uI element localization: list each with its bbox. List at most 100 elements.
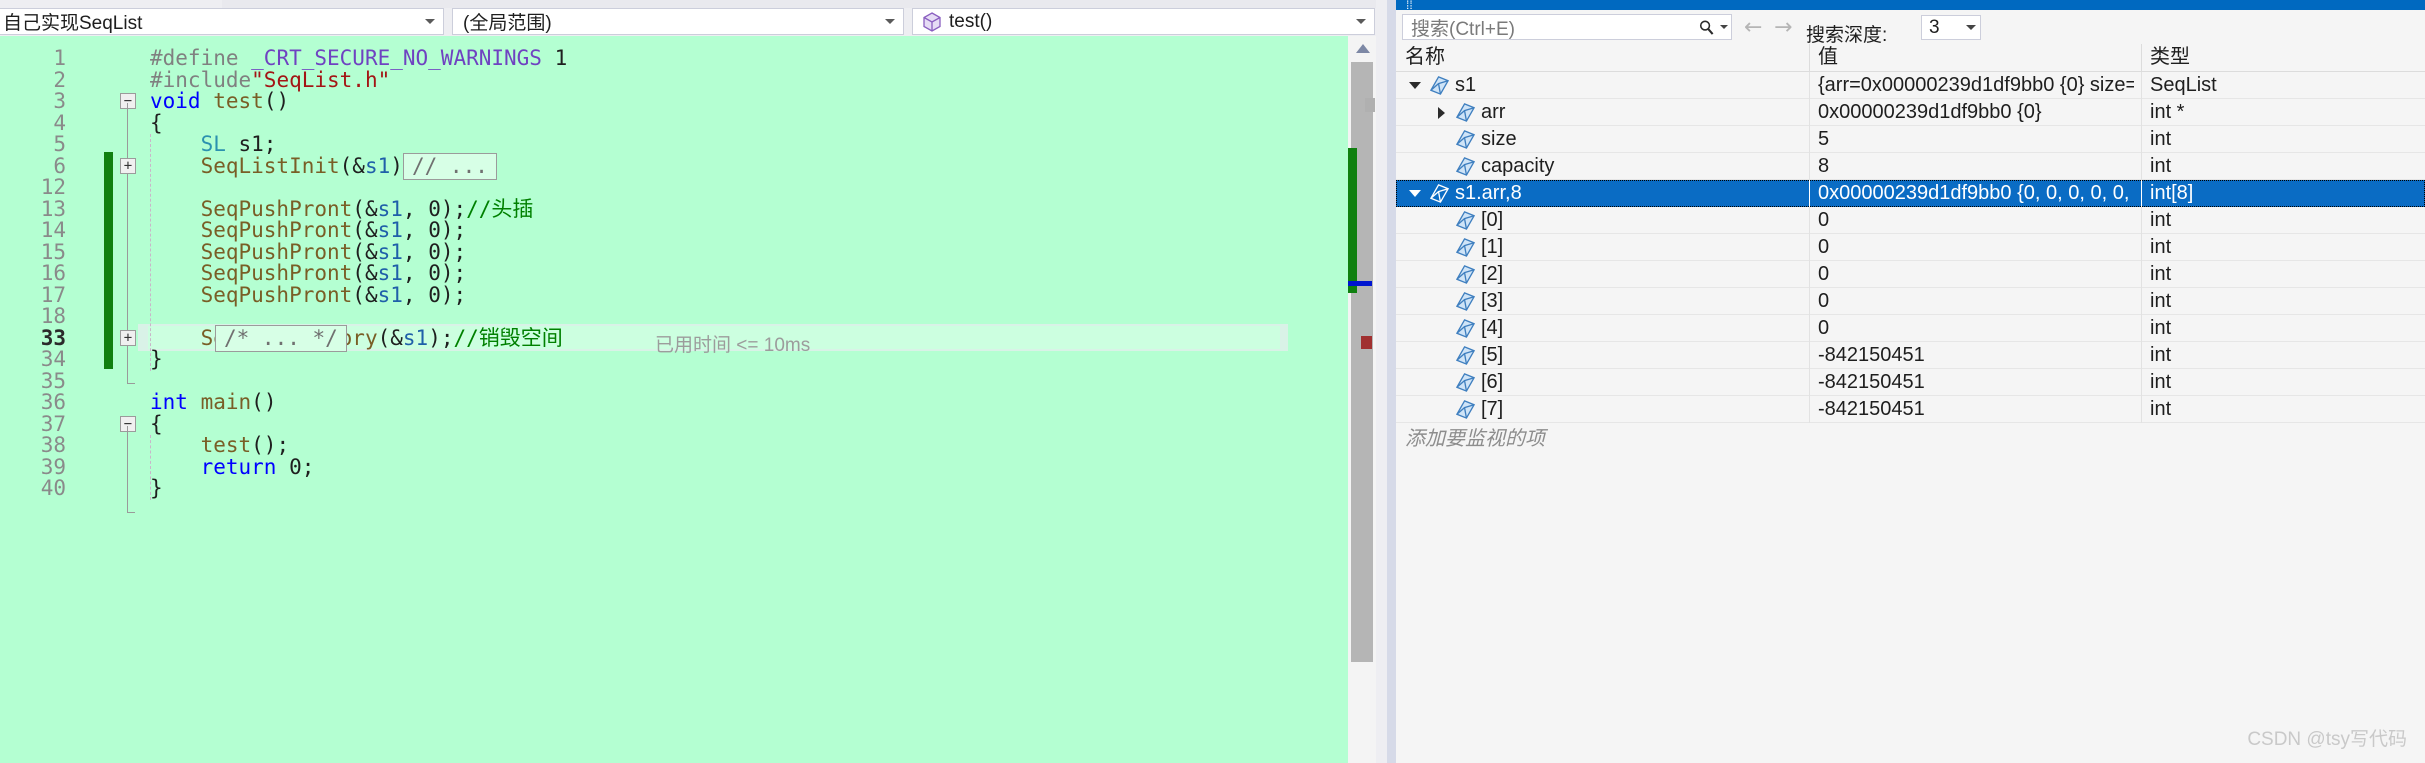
outlining-margin[interactable]: − − + + (118, 36, 138, 763)
watch-row[interactable]: [2] 0 int (1396, 261, 2425, 288)
column-header-type[interactable]: 类型 (2141, 47, 2425, 68)
watch-row[interactable]: [0] 0 int (1396, 207, 2425, 234)
watch-variable-value[interactable]: -842150451 (1809, 342, 2134, 369)
code-line[interactable]: SeqPushPront(&s1, 0);//头插 (150, 197, 534, 221)
watch-row[interactable]: size 5 int (1396, 126, 2425, 153)
variable-cube-icon (1452, 102, 1478, 124)
watch-variable-value[interactable]: 0 (1809, 261, 2134, 288)
code-line[interactable]: } (150, 478, 163, 499)
watch-variable-value[interactable]: 0x00000239d1df9bb0 {0} (1809, 99, 2134, 126)
watch-row-name-cell[interactable]: s1.arr,8 (1404, 180, 1522, 207)
code-line[interactable]: int main() (150, 392, 276, 413)
watch-row-name-cell[interactable]: [5] (1430, 342, 1503, 369)
arrow-right-icon[interactable]: → (1774, 17, 1792, 39)
watch-row-name-cell[interactable]: [3] (1430, 288, 1503, 315)
variable-cube-icon (1452, 156, 1478, 178)
code-line[interactable]: SeqListDestory(&s1);//销毁空间 (150, 327, 563, 349)
watch-row[interactable]: [3] 0 int (1396, 288, 2425, 315)
watch-row[interactable]: arr 0x00000239d1df9bb0 {0} int * (1396, 99, 2425, 126)
watch-variable-value[interactable]: 5 (1809, 126, 2134, 153)
watch-row[interactable]: capacity 8 int (1396, 153, 2425, 180)
collapsed-code-box-line6[interactable]: // ... (403, 152, 497, 180)
pane-splitter[interactable] (1387, 0, 1396, 763)
column-header-name[interactable]: 名称 (1396, 47, 1818, 68)
watch-variable-value[interactable]: {arr=0x00000239d1df9bb0 {0} size=5 capac… (1809, 72, 2134, 99)
watch-row[interactable]: s1 {arr=0x00000239d1df9bb0 {0} size=5 cap… (1396, 72, 2425, 99)
watch-row-name-cell[interactable]: [7] (1430, 396, 1503, 423)
code-line[interactable]: return 0; (150, 456, 315, 478)
code-token: 0 (428, 261, 441, 285)
search-options-chevron-icon[interactable] (1717, 25, 1731, 29)
editor-navigation-bar: 自己实现SeqList (全局范围) test() (0, 0, 1482, 36)
watch-window-title-bar: ⁞⁞ (1396, 0, 2425, 12)
code-token: void (150, 89, 201, 113)
watch-variable-value[interactable]: 0x00000239d1df9bb0 {0, 0, 0, 0, 0, -8421… (1809, 180, 2134, 207)
watch-row-name-cell[interactable]: size (1430, 126, 1517, 153)
watch-variable-value[interactable]: 0 (1809, 207, 2134, 234)
column-header-value[interactable]: 值 (1809, 47, 2150, 68)
code-line[interactable]: SeqPushPront(&s1, 0); (150, 282, 467, 307)
search-depth-dropdown[interactable]: 3 (1921, 15, 1981, 40)
watch-variable-value[interactable]: -842150451 (1809, 369, 2134, 396)
code-line[interactable]: #define _CRT_SECURE_NO_WARNINGS 1 (150, 48, 567, 69)
watch-row[interactable]: s1.arr,8 0x00000239d1df9bb0 {0, 0, 0, 0, … (1396, 180, 2425, 207)
code-line[interactable]: SeqPushPront(&s1, 0); (150, 261, 467, 285)
code-line[interactable]: SeqListInit(&s1); (150, 155, 416, 177)
code-line[interactable]: SeqPushPront(&s1, 0); (150, 218, 467, 242)
search-depth-label: 搜索深度: (1806, 25, 1888, 46)
project-dropdown[interactable]: 自己实现SeqList (0, 8, 444, 35)
watch-search-input[interactable]: 搜索(Ctrl+E) (1403, 14, 1695, 41)
member-dropdown[interactable]: test() (912, 8, 1375, 35)
expand-region-collapsed-2[interactable]: + (120, 329, 136, 346)
watch-row[interactable]: [4] 0 int (1396, 315, 2425, 342)
watch-row[interactable]: [6] -842150451 int (1396, 369, 2425, 396)
collapse-region-test-function[interactable]: − (120, 93, 136, 109)
watch-variable-value[interactable]: 0 (1809, 315, 2134, 342)
watch-variable-value[interactable]: 0 (1809, 288, 2134, 315)
expander-collapse-icon[interactable] (1404, 82, 1426, 89)
watch-row-name-cell[interactable]: s1 (1404, 72, 1476, 99)
code-line[interactable]: test(); (150, 435, 290, 456)
watch-toolbar: 搜索(Ctrl+E) ← → 搜索深度: 3 (1396, 10, 2425, 46)
expander-expand-icon[interactable] (1430, 106, 1452, 119)
code-line[interactable]: { (150, 413, 163, 435)
watch-row-name-cell[interactable]: arr (1430, 99, 1505, 126)
watch-variable-value[interactable]: 8 (1809, 153, 2134, 180)
code-text-area[interactable]: 1 2 3 4 5 6 12 13 14 15 16 17 18 33 34 35 36 37 38 39 40 − − +… (0, 36, 1387, 763)
code-line[interactable]: { (150, 112, 163, 134)
add-watch-row[interactable]: 添加要监视的项 (1396, 423, 2425, 450)
watch-variable-name: [0] (1481, 209, 1504, 231)
watch-row[interactable]: [7] -842150451 int (1396, 396, 2425, 423)
watch-row-name-cell[interactable]: [4] (1430, 315, 1503, 342)
watch-row-name-cell[interactable]: [1] (1430, 234, 1503, 261)
code-line[interactable]: void test() (150, 91, 289, 112)
watch-row[interactable]: [1] 0 int (1396, 234, 2425, 261)
code-token: , (402, 239, 429, 264)
watch-row-name-cell[interactable]: [6] (1430, 369, 1503, 396)
window-title-glyphs: ⁞⁞ (1406, 0, 1413, 12)
collapse-region-main-function[interactable]: − (120, 415, 136, 432)
expander-collapse-icon[interactable] (1404, 190, 1426, 197)
code-line[interactable]: SeqPushPront(&s1, 0); (150, 239, 467, 264)
code-line[interactable]: SL s1; (150, 134, 277, 155)
code-line[interactable]: #include"SeqList.h" (150, 69, 390, 91)
watch-row-name-cell[interactable]: [2] (1430, 261, 1503, 288)
collapsed-code-box-line18[interactable]: /* ... */ (215, 324, 347, 352)
watch-row-name-cell[interactable]: capacity (1430, 153, 1554, 180)
watch-variable-value[interactable]: -842150451 (1809, 396, 2134, 423)
watch-variable-value[interactable]: 0 (1809, 234, 2134, 261)
watch-row-name-cell[interactable]: [0] (1430, 207, 1503, 234)
magnifier-icon[interactable] (1695, 19, 1717, 36)
watch-search-box[interactable]: 搜索(Ctrl+E) (1402, 14, 1732, 40)
code-token: (& (352, 282, 378, 307)
code-line[interactable]: } (150, 349, 163, 370)
editor-vertical-scrollbar[interactable] (1348, 36, 1376, 763)
scroll-up-arrow-icon[interactable] (1356, 44, 1370, 53)
scope-dropdown[interactable]: (全局范围) (452, 8, 904, 35)
expand-region-collapsed-1[interactable]: + (120, 157, 136, 174)
arrow-left-icon[interactable]: ← (1744, 17, 1762, 39)
watch-row[interactable]: [5] -842150451 int (1396, 342, 2425, 369)
